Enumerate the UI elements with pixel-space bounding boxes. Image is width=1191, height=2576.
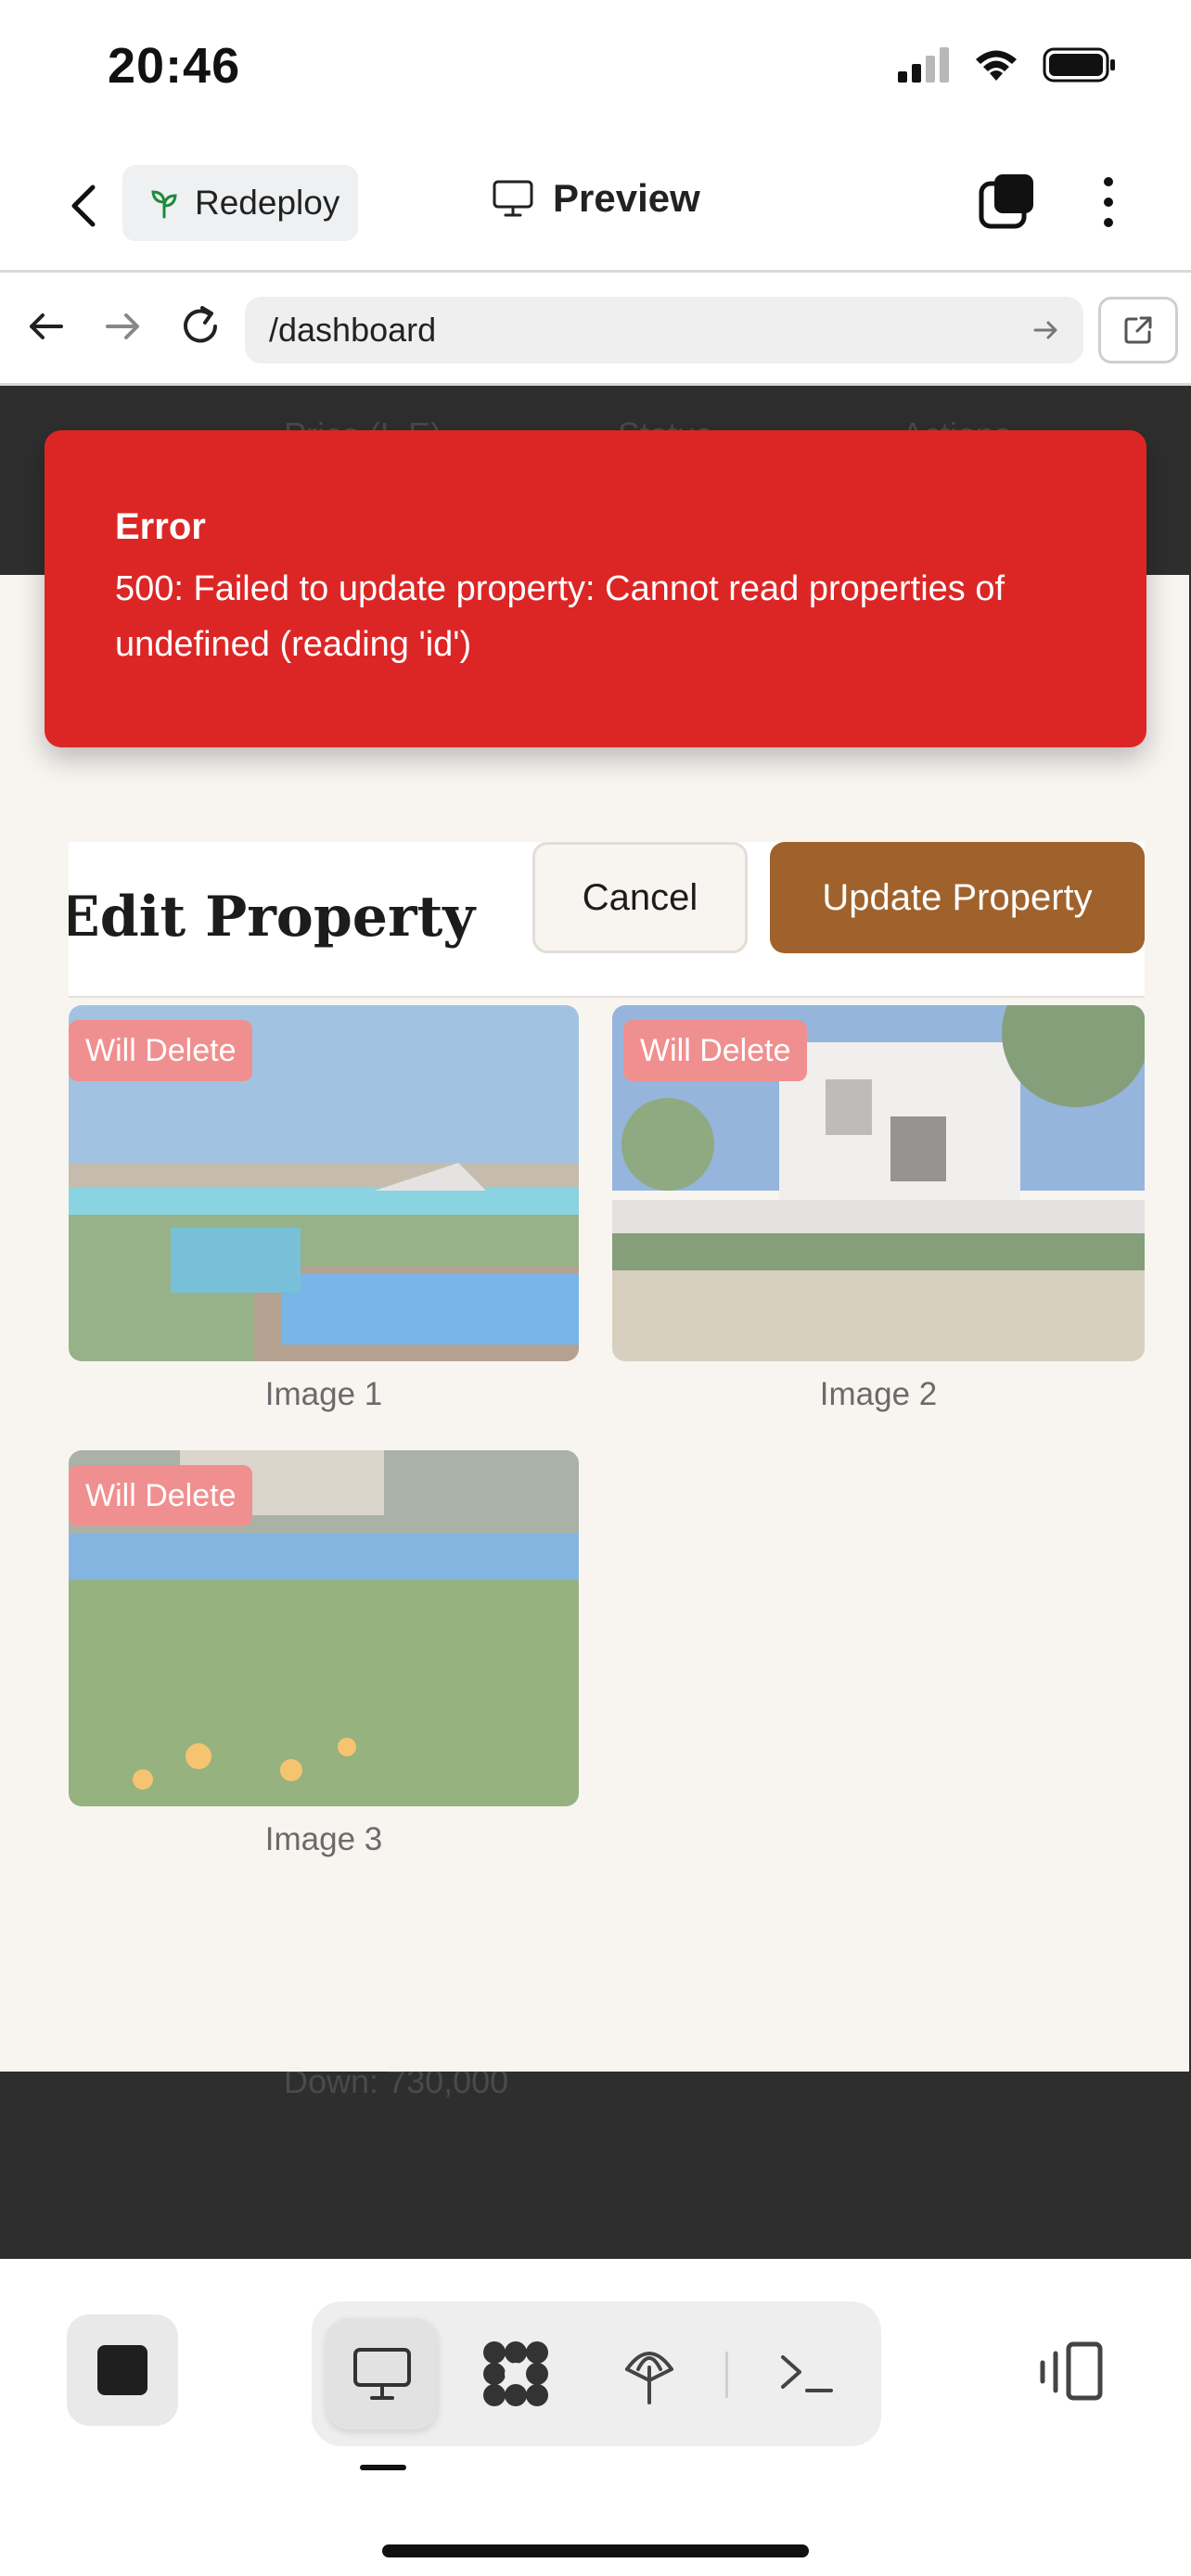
image-card[interactable]: Will Delete Image 3 bbox=[69, 1450, 579, 1868]
error-toast[interactable]: Error 500: Failed to update property: Ca… bbox=[45, 430, 1146, 747]
apps-icon bbox=[483, 2341, 548, 2406]
browser-toolbar: /dashboard bbox=[0, 273, 1191, 386]
stop-button[interactable] bbox=[67, 2315, 178, 2426]
modal-title: Edit Property bbox=[69, 885, 476, 950]
open-external-button[interactable] bbox=[1098, 297, 1178, 363]
tabs-icon[interactable] bbox=[978, 172, 1037, 232]
tool-divider bbox=[725, 2352, 728, 2398]
stop-icon bbox=[97, 2345, 147, 2395]
app-header: Redeploy Preview bbox=[0, 139, 1191, 273]
preview-label: Preview bbox=[553, 176, 700, 220]
reload-icon[interactable] bbox=[174, 300, 226, 352]
image-card[interactable]: Will Delete Image 1 bbox=[69, 1005, 579, 1422]
redeploy-button[interactable]: Redeploy bbox=[122, 165, 358, 241]
battery-icon bbox=[1043, 47, 1115, 83]
will-delete-badge: Will Delete bbox=[69, 1020, 253, 1081]
update-property-button[interactable]: Update Property bbox=[770, 842, 1145, 953]
wifi-icon bbox=[976, 50, 1017, 81]
edit-property-modal: Edit Property Cancel Update Property Wil… bbox=[0, 575, 1189, 2072]
desktop-icon bbox=[353, 2348, 411, 2400]
sprout-icon bbox=[151, 190, 177, 219]
will-delete-badge: Will Delete bbox=[69, 1465, 253, 1526]
monitor-icon bbox=[493, 180, 533, 217]
cancel-button[interactable]: Cancel bbox=[532, 842, 748, 953]
apps-button[interactable] bbox=[460, 2318, 571, 2429]
go-arrow-icon[interactable] bbox=[1030, 313, 1063, 347]
terminal-button[interactable] bbox=[751, 2318, 863, 2429]
signal-icon bbox=[898, 47, 949, 83]
url-input[interactable]: /dashboard bbox=[245, 297, 1083, 363]
tool-group bbox=[312, 2302, 881, 2446]
desktop-button[interactable] bbox=[327, 2318, 438, 2429]
status-bar: 20:46 bbox=[0, 0, 1191, 139]
toast-title: Error bbox=[115, 506, 206, 547]
url-text: /dashboard bbox=[269, 311, 437, 349]
home-indicator bbox=[382, 2544, 809, 2557]
deploy-icon bbox=[625, 2352, 673, 2404]
split-view-icon[interactable] bbox=[1030, 2333, 1108, 2411]
image-caption: Image 2 bbox=[819, 1376, 938, 1412]
status-icons bbox=[898, 46, 1117, 83]
will-delete-badge: Will Delete bbox=[623, 1020, 808, 1081]
toast-message: 500: Failed to update property: Cannot r… bbox=[115, 569, 1005, 664]
open-external-icon bbox=[1124, 316, 1152, 344]
preview-tab[interactable]: Preview bbox=[492, 176, 700, 221]
image-caption: Image 1 bbox=[264, 1376, 383, 1412]
modal-header: Edit Property Cancel Update Property bbox=[69, 842, 1145, 998]
more-icon[interactable] bbox=[1095, 172, 1122, 232]
active-tab-indicator bbox=[360, 2465, 406, 2470]
terminal-icon bbox=[781, 2355, 833, 2392]
deploy-button[interactable] bbox=[594, 2318, 705, 2429]
arrow-left-icon[interactable] bbox=[20, 300, 72, 352]
image-card[interactable]: Will Delete Image 2 bbox=[612, 1005, 1145, 1422]
bottom-toolbar bbox=[0, 2259, 1191, 2576]
arrow-right-icon[interactable] bbox=[96, 300, 148, 352]
image-caption: Image 3 bbox=[264, 1821, 383, 1857]
back-icon[interactable] bbox=[58, 178, 113, 234]
redeploy-label: Redeploy bbox=[195, 184, 340, 222]
status-time: 20:46 bbox=[108, 38, 241, 94]
